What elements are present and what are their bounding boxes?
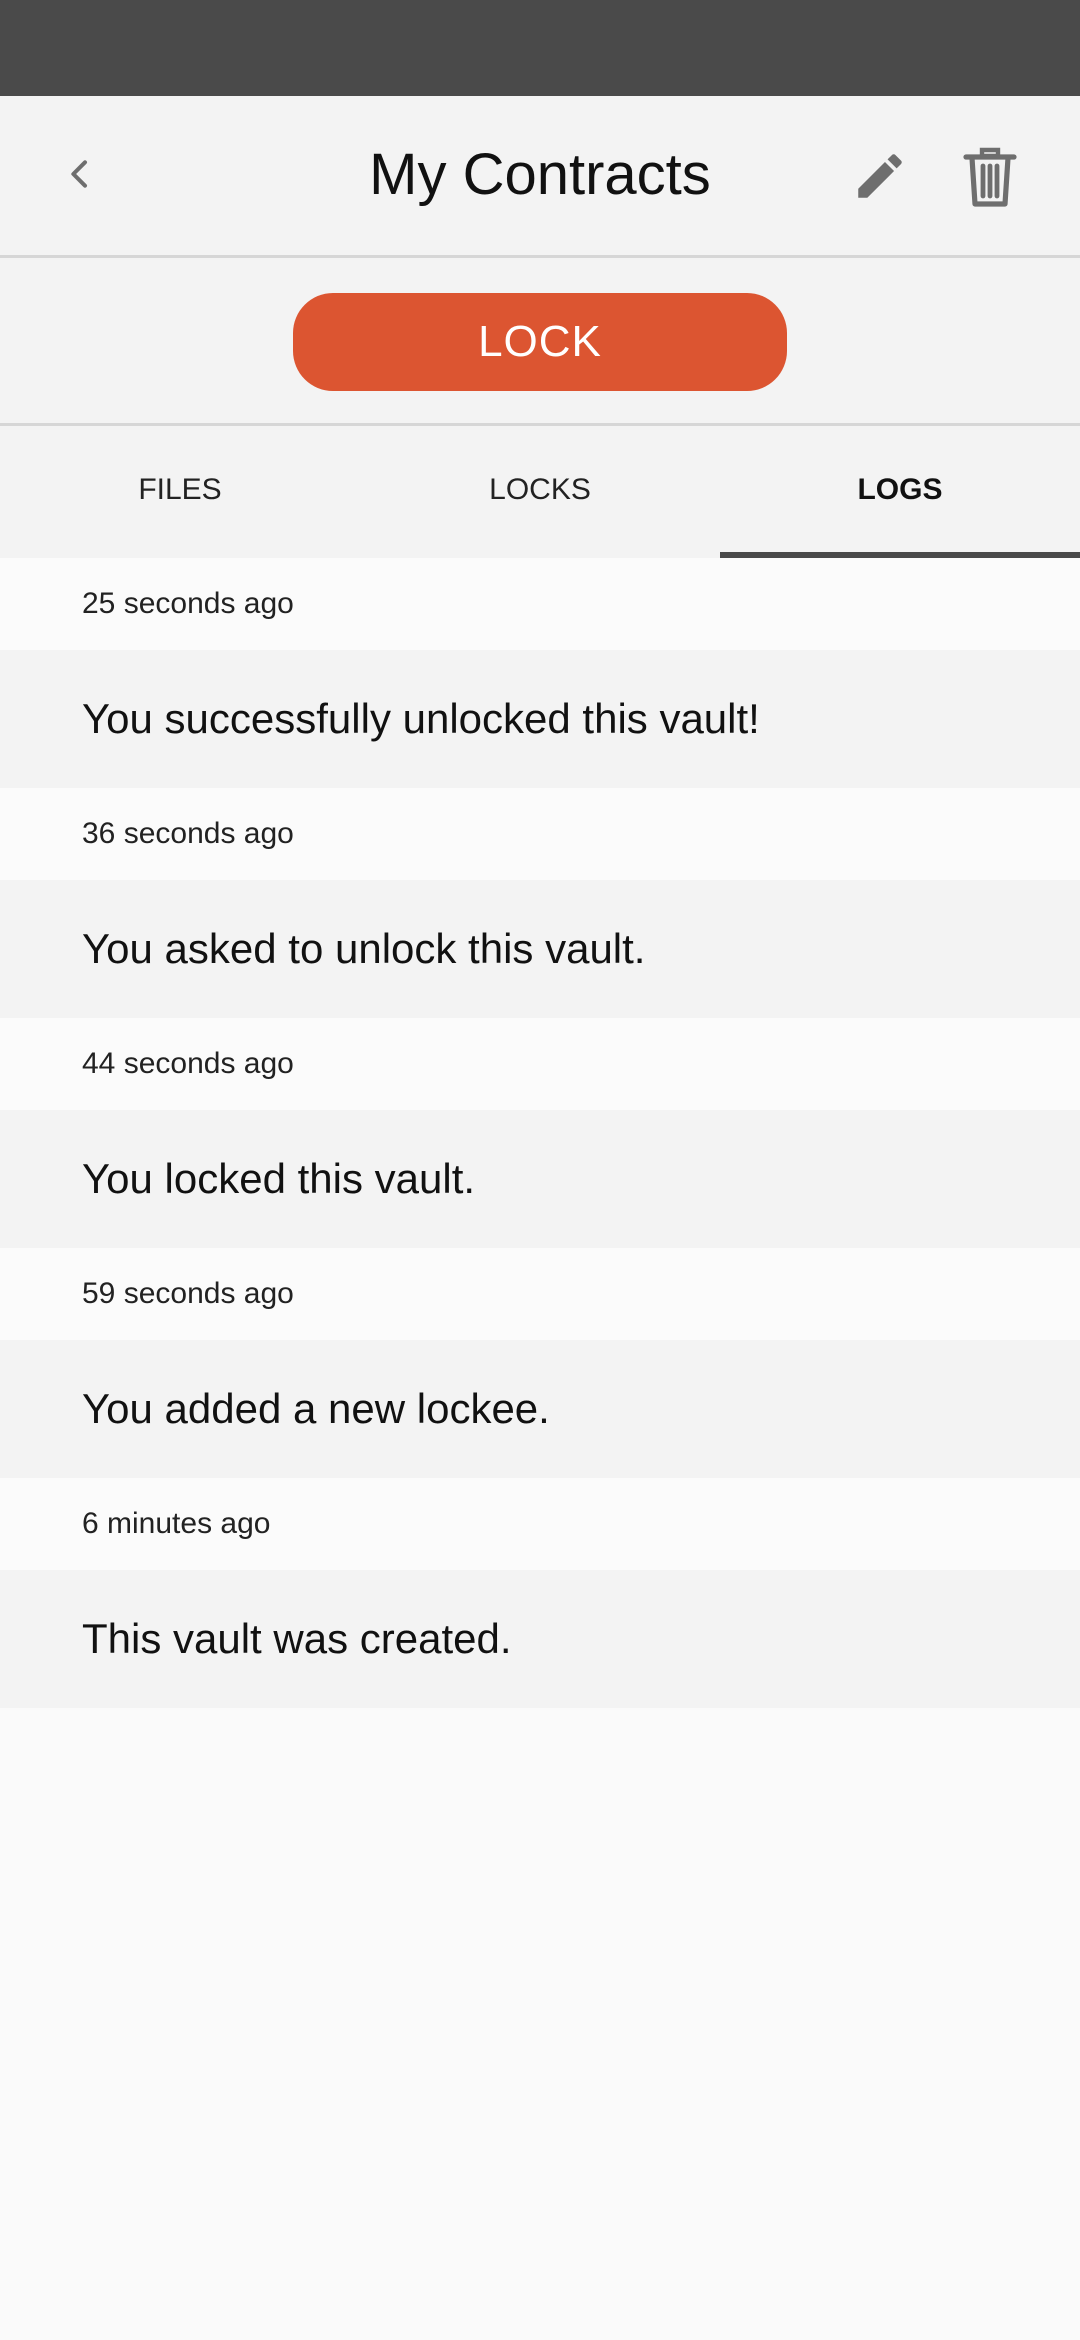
status-bar bbox=[0, 0, 1080, 96]
log-message: You locked this vault. bbox=[0, 1110, 1080, 1248]
page-title: My Contracts bbox=[369, 142, 711, 207]
tab-bar: FILES LOCKS LOGS bbox=[0, 426, 1080, 558]
log-timestamp: 36 seconds ago bbox=[0, 788, 1080, 880]
edit-button[interactable] bbox=[840, 136, 920, 216]
log-list: 25 seconds ago You successfully unlocked… bbox=[0, 558, 1080, 1708]
back-button[interactable] bbox=[40, 134, 120, 214]
chevron-left-icon bbox=[71, 160, 87, 188]
tab-logs[interactable]: LOGS bbox=[720, 426, 1080, 558]
log-timestamp: 59 seconds ago bbox=[0, 1248, 1080, 1340]
trash-icon bbox=[963, 147, 1017, 207]
tab-files[interactable]: FILES bbox=[0, 426, 360, 558]
log-timestamp: 6 minutes ago bbox=[0, 1478, 1080, 1570]
log-timestamp: 44 seconds ago bbox=[0, 1018, 1080, 1110]
lock-button[interactable]: LOCK bbox=[293, 293, 787, 391]
log-message: You added a new lockee. bbox=[0, 1340, 1080, 1478]
lock-area: LOCK bbox=[0, 258, 1080, 426]
pencil-icon bbox=[858, 154, 902, 198]
log-message: You asked to unlock this vault. bbox=[0, 880, 1080, 1018]
log-message: You successfully unlocked this vault! bbox=[0, 650, 1080, 788]
tab-locks[interactable]: LOCKS bbox=[360, 426, 720, 558]
delete-button[interactable] bbox=[950, 136, 1030, 216]
log-message: This vault was created. bbox=[0, 1570, 1080, 1708]
log-timestamp: 25 seconds ago bbox=[0, 558, 1080, 650]
